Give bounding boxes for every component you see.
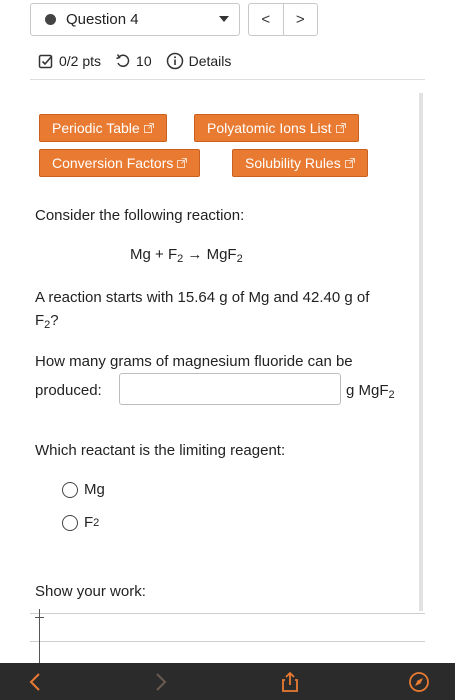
solubility-rules-label: Solubility Rules (245, 155, 341, 171)
reactant-2: F (167, 246, 178, 263)
radio-button[interactable] (62, 481, 78, 498)
next-question-button[interactable]: > (282, 4, 318, 35)
details-text: Details (188, 53, 232, 69)
work-prompt: Show your work: (35, 583, 146, 600)
chevron-right-icon[interactable] (150, 671, 172, 693)
radio-button[interactable] (62, 514, 78, 531)
question-label: Question 4 (66, 11, 139, 28)
work-area-top-border (30, 613, 425, 614)
solubility-rules-button[interactable]: Solubility Rules (232, 149, 368, 177)
option-mg[interactable]: Mg (62, 481, 105, 498)
option-f2[interactable]: F2 (62, 514, 99, 531)
conversion-factors-label: Conversion Factors (52, 155, 174, 171)
attempts-text: 10 (136, 53, 152, 69)
chevron-left-icon[interactable] (24, 671, 46, 693)
statement-f: F (35, 312, 45, 330)
polyatomic-ions-button[interactable]: Polyatomic Ions List (194, 114, 359, 142)
question-meta: 0/2 pts 10 Details (38, 52, 245, 70)
statement-end: ? (50, 312, 59, 330)
option-label: F (84, 514, 94, 531)
question-select[interactable]: Question 4 (30, 3, 240, 36)
status-dot-icon (45, 14, 56, 25)
work-area-line (30, 641, 425, 642)
periodic-table-label: Periodic Table (52, 120, 140, 136)
reaction-equation: Mg + F2 → MgF2 (130, 243, 243, 268)
grams-prompt-line-1: How many grams of magnesium fluoride can… (35, 353, 353, 370)
polyatomic-ions-label: Polyatomic Ions List (207, 120, 332, 136)
question-nav: < > (248, 3, 318, 36)
conversion-factors-button[interactable]: Conversion Factors (39, 149, 201, 177)
share-icon[interactable] (279, 671, 301, 693)
product: MgF (206, 246, 237, 263)
compass-icon[interactable] (408, 671, 430, 693)
limiting-prompt: Which reactant is the limiting reagent: (35, 442, 286, 459)
details-link[interactable]: Details (166, 52, 232, 70)
grams-answer-input[interactable] (119, 373, 341, 405)
retry-icon (115, 53, 131, 69)
bottom-toolbar (0, 663, 455, 700)
prev-question-button[interactable]: < (249, 4, 283, 35)
scrollbar[interactable] (419, 93, 423, 611)
option-subscript: 2 (93, 516, 100, 529)
reactant-1: Mg (130, 246, 151, 263)
question-statement: A reaction starts with 15.64 g of Mg and… (35, 286, 415, 334)
unit-base: g MgF (346, 382, 389, 399)
reaction-arrow: → (183, 246, 207, 263)
product-subscript: 2 (236, 253, 243, 265)
grams-prompt-line-2: produced: (35, 382, 102, 399)
separator (30, 79, 425, 80)
periodic-table-button[interactable]: Periodic Table (39, 114, 167, 142)
dropdown-caret-icon (219, 16, 229, 22)
option-label: Mg (84, 481, 105, 498)
external-link-icon (335, 123, 346, 133)
checkbox-icon (38, 53, 54, 69)
unit-subscript: 2 (388, 389, 395, 401)
points-text: 0/2 pts (59, 53, 102, 69)
info-icon (166, 52, 184, 70)
statement-line-1: A reaction starts with 15.64 g of Mg and… (35, 289, 370, 306)
external-link-icon (143, 123, 154, 133)
external-link-icon (344, 158, 355, 168)
external-link-icon (177, 158, 188, 168)
question-intro: Consider the following reaction: (35, 207, 245, 224)
cursor-tick (35, 617, 44, 618)
answer-unit: g MgF2 (346, 379, 395, 404)
plus-sign: + (150, 246, 168, 263)
